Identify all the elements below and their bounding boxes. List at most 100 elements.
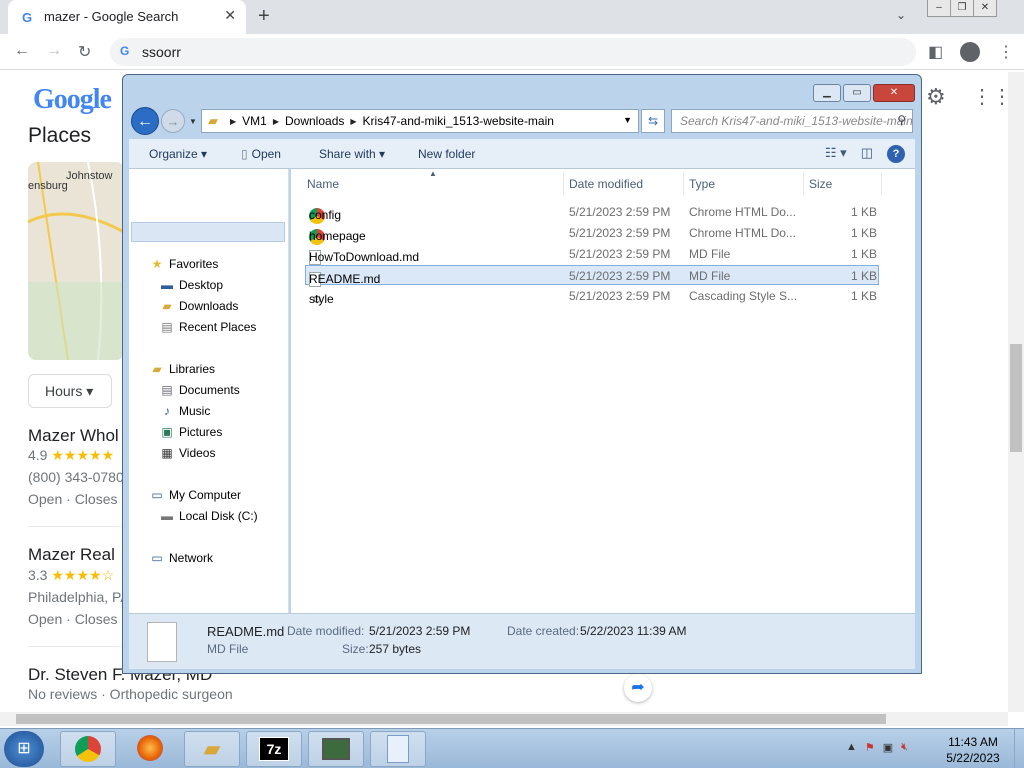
- clock[interactable]: 11:43 AM 5/22/2023: [934, 734, 1012, 766]
- back-arrow-icon[interactable]: ←: [14, 42, 30, 60]
- file-date: 5/21/2023 2:59 PM: [569, 269, 671, 283]
- browser-tab[interactable]: G mazer - Google Search ✕: [8, 0, 246, 34]
- file-row[interactable]: homepage 5/21/2023 2:59 PM Chrome HTML D…: [305, 223, 879, 245]
- explorer-minimize-icon[interactable]: ▁: [813, 84, 841, 102]
- nav-favorites[interactable]: ★ Favorites: [149, 257, 219, 271]
- nav-network[interactable]: ▭ Network: [149, 551, 213, 565]
- explorer-maximize-icon[interactable]: ▭: [843, 84, 871, 102]
- side-panel-icon[interactable]: ◧: [928, 42, 943, 62]
- result-name[interactable]: Mazer Whol: [28, 426, 119, 446]
- column-type[interactable]: Type: [689, 177, 715, 191]
- change-view-icon[interactable]: ☷ ▾: [825, 145, 847, 163]
- chrome-taskbar-button[interactable]: [60, 731, 116, 767]
- more-menu-icon[interactable]: ⋮: [998, 42, 1014, 62]
- new-tab-icon[interactable]: +: [258, 5, 270, 28]
- breadcrumb-downloads[interactable]: Downloads: [285, 114, 344, 128]
- new-folder-button[interactable]: New folder: [418, 147, 475, 161]
- omnibox-text[interactable]: ssoorr: [142, 44, 181, 60]
- address-dropdown-icon[interactable]: ▼: [623, 115, 632, 125]
- nav-desktop[interactable]: ▬ Desktop: [159, 278, 223, 292]
- document-taskbar-button[interactable]: [370, 731, 426, 767]
- breadcrumb-separator-icon[interactable]: ▶: [230, 117, 236, 126]
- reload-icon[interactable]: ↻: [78, 42, 91, 62]
- result-name[interactable]: Mazer Real: [28, 545, 115, 565]
- forward-button-icon[interactable]: →: [161, 109, 185, 133]
- search-icon[interactable]: ⚲: [897, 113, 906, 127]
- explorer-taskbar-button[interactable]: ▰: [184, 731, 240, 767]
- navigation-pane: ★ Favorites ▬ Desktop ▰ Downloads ▤ Recent P…: [129, 169, 289, 613]
- address-bar[interactable]: ▰ ▶ VM1 ▶ Downloads ▶ Kris47-and-miki_15…: [201, 109, 639, 133]
- network-tray-icon[interactable]: ▣: [883, 741, 893, 754]
- column-size[interactable]: Size: [809, 177, 832, 191]
- nav-recent-places[interactable]: ▤ Recent Places: [159, 320, 256, 334]
- omnibox[interactable]: G ssoorr: [110, 38, 916, 66]
- nav-local-disk[interactable]: ▬ Local Disk (C:): [159, 509, 258, 523]
- nav-label: Network: [169, 551, 214, 565]
- nav-documents[interactable]: ▤ Documents: [159, 383, 239, 397]
- profile-avatar-icon[interactable]: [960, 42, 980, 62]
- file-type: Cascading Style S...: [689, 289, 798, 303]
- column-divider[interactable]: [563, 173, 564, 195]
- nav-my-computer[interactable]: ▭ My Computer: [149, 488, 241, 502]
- horizontal-scroll-thumb[interactable]: [16, 714, 886, 724]
- column-date-modified[interactable]: Date modified: [569, 177, 643, 191]
- hours-filter-button[interactable]: Hours ▾: [28, 374, 112, 408]
- result-rating: 3.3 ★★★★☆: [28, 567, 114, 584]
- pictures-icon: ▣: [161, 425, 173, 439]
- file-row-selected[interactable]: README.md 5/21/2023 2:59 PM MD File 1 KB: [305, 265, 879, 287]
- recent-pages-chevron-icon[interactable]: ▼: [189, 117, 197, 126]
- file-row[interactable]: config 5/21/2023 2:59 PM Chrome HTML Do.…: [305, 202, 879, 224]
- breadcrumb-current-folder[interactable]: Kris47-and-miki_1513-website-main: [363, 114, 554, 128]
- forward-arrow-icon[interactable]: →: [46, 42, 62, 60]
- nav-videos[interactable]: ▦ Videos: [159, 446, 215, 460]
- file-size: 1 KB: [851, 269, 878, 283]
- restore-icon[interactable]: ❐: [950, 0, 974, 17]
- back-button-icon[interactable]: ←: [131, 107, 159, 135]
- result-phone: (800) 343-0780: [28, 469, 124, 485]
- tab-title: mazer - Google Search: [44, 9, 179, 24]
- column-divider[interactable]: [683, 173, 684, 195]
- directions-icon[interactable]: ➦: [624, 674, 652, 702]
- date-created-value: 5/22/2023 11:39 AM: [580, 624, 687, 638]
- nav-downloads[interactable]: ▰ Downloads: [159, 299, 238, 313]
- explorer-close-icon[interactable]: ✕: [873, 84, 915, 102]
- breadcrumb-separator-icon[interactable]: ▶: [350, 117, 356, 126]
- open-button[interactable]: ▯ Open: [241, 147, 281, 161]
- show-desktop-button[interactable]: [1014, 729, 1024, 768]
- close-tab-icon[interactable]: ✕: [224, 7, 236, 24]
- breadcrumb-vm1[interactable]: VM1: [242, 114, 267, 128]
- column-divider[interactable]: [881, 173, 882, 195]
- tab-search-chevron-icon[interactable]: ⌄: [896, 8, 906, 22]
- breadcrumb-separator-icon[interactable]: ▶: [273, 117, 279, 126]
- close-window-icon[interactable]: ✕: [973, 0, 997, 17]
- column-divider[interactable]: [803, 173, 804, 195]
- system-tray: ▲ ⚑ ▣ 🔇︎: [846, 741, 908, 754]
- vertical-scroll-thumb[interactable]: [1010, 344, 1022, 452]
- size-label: Size:: [342, 642, 369, 656]
- 7zip-taskbar-button[interactable]: 7z: [246, 731, 302, 767]
- rating-value: 4.9: [28, 447, 48, 463]
- refresh-icon[interactable]: ⇆: [641, 109, 665, 133]
- google-logo[interactable]: Google: [33, 84, 112, 116]
- column-name[interactable]: Name: [307, 177, 339, 191]
- volume-muted-icon[interactable]: 🔇︎: [901, 741, 908, 754]
- nav-pictures[interactable]: ▣ Pictures: [159, 425, 222, 439]
- start-button-icon[interactable]: ⊞: [4, 731, 44, 767]
- search-box[interactable]: Search Kris47-and-miki_1513-website-main…: [671, 109, 913, 133]
- places-map[interactable]: ensburg Johnstow: [28, 162, 124, 360]
- share-with-button[interactable]: Share with ▾: [319, 147, 385, 161]
- tray-expand-icon[interactable]: ▲: [846, 741, 857, 754]
- monitor-taskbar-button[interactable]: [308, 731, 364, 767]
- firefox-taskbar-button[interactable]: [122, 731, 178, 767]
- file-name: README.md: [309, 272, 381, 286]
- action-center-icon[interactable]: ⚑: [865, 741, 875, 754]
- nav-libraries[interactable]: ▰ Libraries: [149, 362, 215, 376]
- organize-button[interactable]: Organize ▾: [149, 147, 207, 161]
- settings-gear-icon[interactable]: ⚙: [926, 84, 946, 110]
- nav-music[interactable]: ♪ Music: [159, 404, 210, 418]
- file-row[interactable]: HowToDownload.md 5/21/2023 2:59 PM MD Fi…: [305, 244, 879, 265]
- help-icon[interactable]: ?: [887, 145, 905, 163]
- file-row[interactable]: ⚙ style 5/21/2023 2:59 PM Cascading Style…: [305, 286, 879, 306]
- preview-pane-icon[interactable]: ◫: [861, 145, 873, 163]
- minimize-icon[interactable]: –: [927, 0, 951, 17]
